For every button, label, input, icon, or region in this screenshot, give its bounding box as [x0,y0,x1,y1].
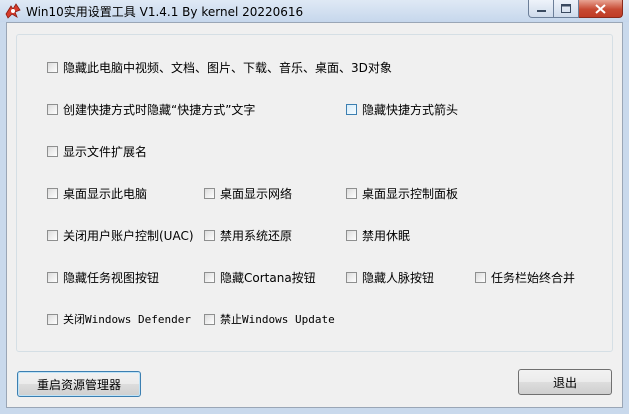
checkbox-label: 关闭用户账户控制(UAC) [63,228,194,243]
close-button[interactable] [579,0,623,18]
checkbox-never-combine[interactable]: 任务栏始终合并 [475,269,575,285]
title-bar: Win10实用设置工具 V1.4.1 By kernel 20220616 [0,0,629,22]
checkbox-disable-defender[interactable]: 关闭Windows Defender [47,311,191,327]
checkbox-disable-restore[interactable]: 禁用系统还原 [204,227,292,243]
minimize-icon [536,9,546,12]
checkbox-label: 禁用休眠 [362,228,411,243]
checkbox-label: 桌面显示此电脑 [63,186,148,201]
checkbox-label: 关闭Windows Defender [63,313,191,326]
checkbox-show-extensions[interactable]: 显示文件扩展名 [47,143,147,159]
options-group: 隐藏此电脑中视频、文档、图片、下载、音乐、桌面、3D对象 创建快捷方式时隐藏“快… [16,34,613,352]
minimize-button[interactable] [528,0,554,18]
checkbox-hide-shortcut-arrow[interactable]: 隐藏快捷方式箭头 [346,101,458,117]
checkbox-label: 隐藏Cortana按钮 [220,270,316,285]
checkbox-label: 禁止Windows Update [220,313,335,326]
checkbox-box[interactable] [47,313,58,325]
checkbox-box[interactable] [204,313,215,325]
checkbox-label: 禁用系统还原 [220,228,293,243]
checkbox-label: 创建快捷方式时隐藏“快捷方式”文字 [63,102,256,117]
app-icon [5,3,21,19]
exit-button[interactable]: 退出 [518,369,612,395]
checkbox-box[interactable] [204,187,215,199]
checkbox-label: 桌面显示控制面板 [362,186,459,201]
checkbox-box[interactable] [204,271,215,283]
checkbox-label: 任务栏始终合并 [491,270,576,285]
checkbox-box[interactable] [47,103,58,115]
checkbox-desktop-this-pc[interactable]: 桌面显示此电脑 [47,185,147,201]
checkbox-desktop-control-panel[interactable]: 桌面显示控制面板 [346,185,458,201]
checkbox-label: 隐藏此电脑中视频、文档、图片、下载、音乐、桌面、3D对象 [63,60,392,75]
checkbox-box[interactable] [346,271,357,283]
checkbox-box[interactable] [47,187,58,199]
checkbox-label: 隐藏任务视图按钮 [63,270,160,285]
close-icon [595,3,606,14]
restart-explorer-button[interactable]: 重启资源管理器 [17,371,141,397]
maximize-icon [561,4,571,13]
main-panel: 隐藏此电脑中视频、文档、图片、下载、音乐、桌面、3D对象 创建快捷方式时隐藏“快… [6,22,623,408]
checkbox-disable-update[interactable]: 禁止Windows Update [204,311,335,327]
checkbox-box[interactable] [204,229,215,241]
checkbox-box[interactable] [47,271,58,283]
window-controls [528,0,623,18]
checkbox-box[interactable] [346,187,357,199]
checkbox-disable-uac[interactable]: 关闭用户账户控制(UAC) [47,227,194,243]
checkbox-box[interactable] [475,271,486,283]
checkbox-label: 桌面显示网络 [220,186,293,201]
checkbox-label: 显示文件扩展名 [63,144,148,159]
checkbox-box[interactable] [346,103,357,115]
checkbox-label: 隐藏快捷方式箭头 [362,102,459,117]
checkbox-desktop-network[interactable]: 桌面显示网络 [204,185,292,201]
checkbox-label: 隐藏人脉按钮 [362,270,435,285]
window-title: Win10实用设置工具 V1.4.1 By kernel 20220616 [26,5,304,19]
checkbox-hide-people[interactable]: 隐藏人脉按钮 [346,269,434,285]
checkbox-disable-hibernate[interactable]: 禁用休眠 [346,227,410,243]
checkbox-box[interactable] [47,229,58,241]
checkbox-box[interactable] [346,229,357,241]
checkbox-box[interactable] [47,61,58,73]
checkbox-hide-cortana[interactable]: 隐藏Cortana按钮 [204,269,316,285]
checkbox-hide-shortcut-text[interactable]: 创建快捷方式时隐藏“快捷方式”文字 [47,101,255,117]
checkbox-hide-task-view[interactable]: 隐藏任务视图按钮 [47,269,159,285]
maximize-button[interactable] [554,0,579,18]
checkbox-box[interactable] [47,145,58,157]
checkbox-hide-pc-folders[interactable]: 隐藏此电脑中视频、文档、图片、下载、音乐、桌面、3D对象 [47,59,392,75]
